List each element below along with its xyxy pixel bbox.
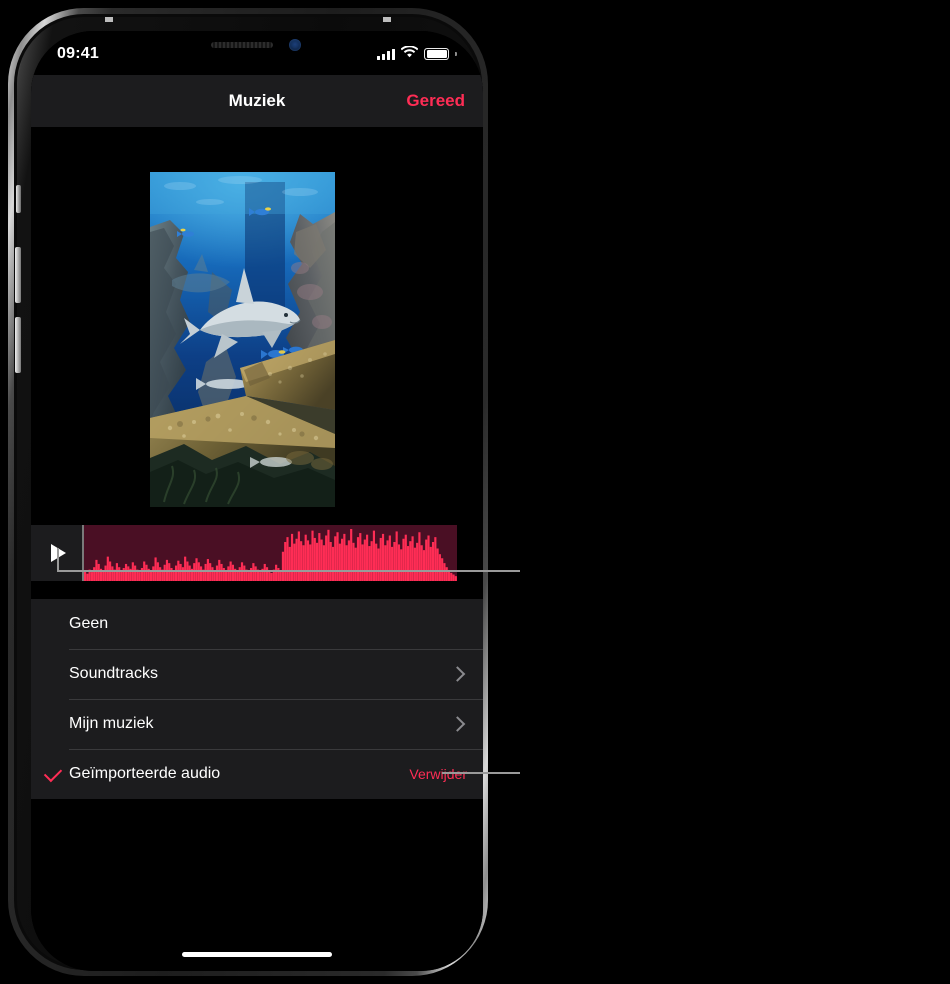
iphone-device-frame: 09:41 Muziek Gereed Geen Soundtracks Mij… [8, 8, 488, 976]
list-item-label: Soundtracks [69, 665, 158, 682]
mute-switch-button[interactable] [16, 185, 21, 213]
front-camera-icon [289, 39, 301, 51]
list-item[interactable]: Soundtracks [31, 649, 483, 699]
battery-full-icon [424, 48, 450, 60]
chevron-right-icon [449, 666, 466, 682]
done-button[interactable]: Gereed [406, 91, 465, 111]
list-item-label: Geïmporteerde audio [69, 765, 221, 782]
phone-screen: 09:41 Muziek Gereed Geen Soundtracks Mij… [31, 31, 483, 971]
music-options-list: Geen Soundtracks Mijn muziek Geïmporteer… [31, 599, 483, 799]
list-item[interactable]: Geen [31, 599, 483, 649]
wifi-icon [401, 45, 419, 63]
list-item[interactable]: Mijn muziek [31, 699, 483, 749]
checkmark-icon [43, 763, 63, 783]
delete-button[interactable]: Verwijder [409, 766, 467, 782]
list-item-selected[interactable]: Geïmporteerde audio Verwijder [31, 749, 483, 799]
list-item-label: Mijn muziek [69, 715, 154, 732]
screen-bezel: 09:41 Muziek Gereed Geen Soundtracks Mij… [31, 31, 483, 971]
antenna-band-top-right [383, 17, 391, 22]
page-title: Muziek [228, 91, 286, 110]
video-thumbnail[interactable] [150, 172, 335, 507]
volume-up-button[interactable] [15, 247, 21, 303]
chevron-right-icon [449, 716, 466, 732]
status-bar-indicators [377, 43, 457, 63]
video-preview-area [31, 127, 483, 517]
audio-track-strip [31, 525, 483, 581]
volume-down-button[interactable] [15, 317, 21, 373]
navigation-bar: Muziek Gereed [31, 75, 483, 127]
antenna-band-top-left [105, 17, 113, 22]
battery-tip-icon [455, 51, 457, 57]
device-notch [173, 31, 341, 60]
device-inner-bezel: 09:41 Muziek Gereed Geen Soundtracks Mij… [15, 17, 483, 971]
list-item-label: Geen [69, 615, 109, 632]
home-indicator[interactable] [182, 952, 332, 957]
audio-waveform[interactable] [83, 525, 457, 581]
status-bar-time: 09:41 [57, 45, 99, 62]
earpiece-speaker-icon [211, 42, 273, 48]
signal-bars-icon [377, 48, 396, 60]
